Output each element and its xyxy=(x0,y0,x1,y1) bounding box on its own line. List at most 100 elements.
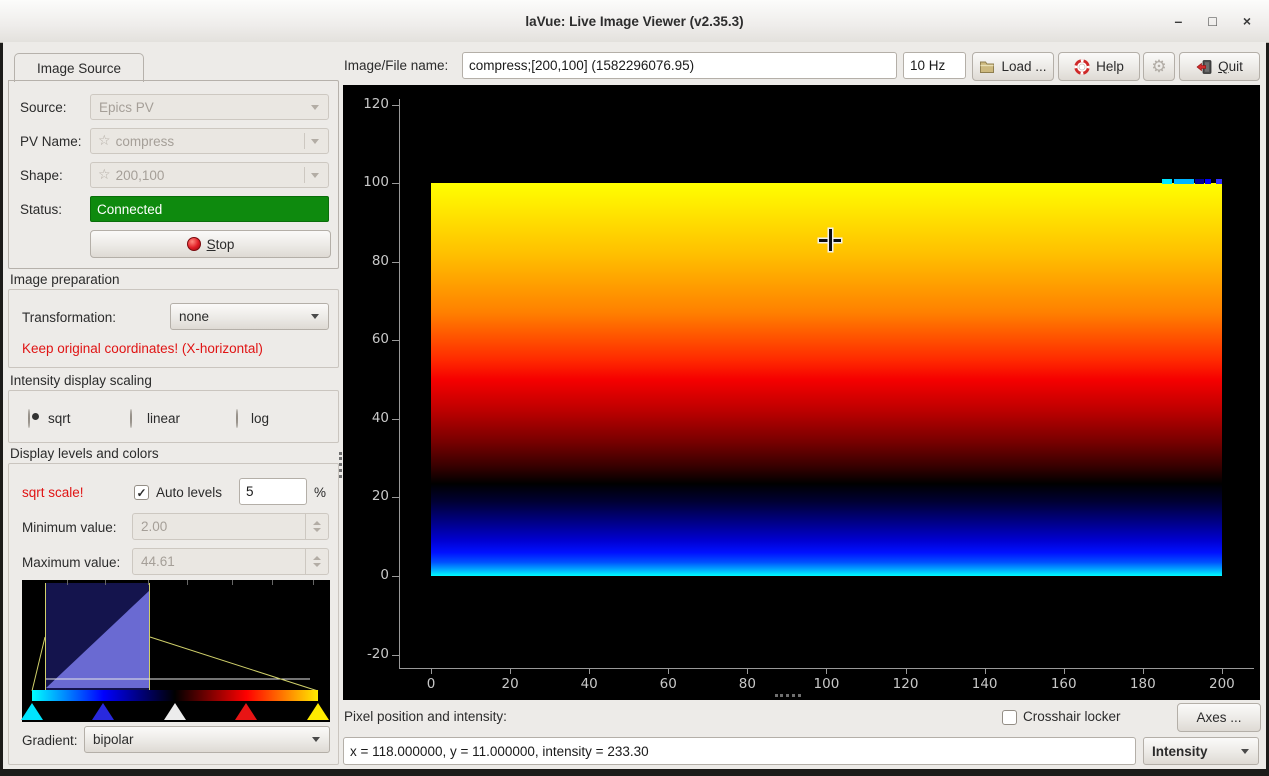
image-file-input[interactable] xyxy=(462,52,897,79)
x-axis-tick-label: 140 xyxy=(963,676,1007,692)
pixel-position-input[interactable] xyxy=(343,737,1136,765)
minimum-value: 2.00 xyxy=(133,519,305,534)
splitter-handle[interactable] xyxy=(339,452,342,478)
gradient-label: Gradient: xyxy=(22,733,78,749)
image-file-label: Image/File name: xyxy=(344,58,448,74)
x-axis-tick xyxy=(826,668,827,674)
spinbox-arrows-icon[interactable] xyxy=(305,549,328,574)
star-icon: ☆ xyxy=(91,133,116,149)
y-axis-tick xyxy=(392,576,399,577)
chevron-down-icon xyxy=(311,139,319,144)
settings-button[interactable]: ⚙ xyxy=(1143,52,1175,81)
maximum-value-spinbox[interactable]: 44.61 xyxy=(132,548,329,575)
pv-name-select[interactable]: ☆ compress xyxy=(90,128,329,154)
maximum-value: 44.61 xyxy=(133,554,305,569)
radio-linear[interactable] xyxy=(130,409,132,428)
gradient-select[interactable]: bipolar xyxy=(84,726,330,753)
gradient-value: bipolar xyxy=(85,732,312,747)
x-axis-tick xyxy=(985,668,986,674)
window-title: laVue: Live Image Viewer (v2.35.3) xyxy=(525,14,743,29)
chevron-down-icon xyxy=(311,314,319,319)
shape-select[interactable]: ☆ 200,100 xyxy=(90,162,329,188)
refresh-rate-input[interactable] xyxy=(903,52,966,79)
y-axis-tick-label: 80 xyxy=(343,253,389,269)
pixel-position-label: Pixel position and intensity: xyxy=(344,709,507,725)
x-axis-tick xyxy=(589,668,590,674)
x-axis-tick-label: 20 xyxy=(488,676,532,692)
minimize-button[interactable]: – xyxy=(1175,14,1183,28)
minimum-value-spinbox[interactable]: 2.00 xyxy=(132,513,329,540)
splitter-handle[interactable] xyxy=(775,694,801,697)
radio-sqrt[interactable] xyxy=(28,409,30,428)
x-axis-tick-label: 100 xyxy=(804,676,848,692)
radio-log-label: log xyxy=(251,411,269,427)
maximize-button[interactable]: □ xyxy=(1208,14,1216,28)
histogram-axis-tick xyxy=(148,580,149,585)
load-button[interactable]: Load ... xyxy=(972,52,1054,81)
tab-label: Image Source xyxy=(37,61,121,76)
exit-door-icon xyxy=(1196,59,1212,75)
source-select[interactable]: Epics PV xyxy=(90,94,329,120)
maximum-value-label: Maximum value: xyxy=(22,555,120,571)
tab-image-source[interactable]: Image Source xyxy=(14,53,144,82)
image-preparation-header: Image preparation xyxy=(10,272,120,287)
axes-button-label: Axes ... xyxy=(1196,710,1241,725)
radio-linear-label: linear xyxy=(147,411,180,427)
axes-button[interactable]: Axes ... xyxy=(1177,703,1261,732)
auto-levels-percent-input[interactable] xyxy=(239,478,307,505)
y-axis-tick-label: 60 xyxy=(343,331,389,347)
record-circle-icon xyxy=(187,237,201,251)
radio-log[interactable] xyxy=(236,409,238,428)
pv-name-value: compress xyxy=(116,134,304,149)
chevron-down-icon xyxy=(312,737,320,742)
histogram-levels-widget[interactable] xyxy=(22,580,330,722)
shape-label: Shape: xyxy=(20,168,63,184)
display-mode-value: Intensity xyxy=(1144,744,1241,759)
transformation-label: Transformation: xyxy=(22,310,116,326)
chevron-down-icon xyxy=(311,105,319,110)
x-axis-tick xyxy=(1222,668,1223,674)
histogram-axis-tick xyxy=(67,580,68,585)
image-anomaly-segment xyxy=(1195,179,1204,184)
application-window: laVue: Live Image Viewer (v2.35.3) – □ ×… xyxy=(0,0,1269,776)
display-mode-select[interactable]: Intensity xyxy=(1143,737,1259,765)
x-axis-tick xyxy=(747,668,748,674)
radio-sqrt-label: sqrt xyxy=(48,411,71,427)
y-axis-tick xyxy=(392,497,399,498)
gear-icon: ⚙ xyxy=(1151,57,1166,77)
auto-levels-checkbox[interactable]: ✓ xyxy=(134,485,149,500)
histogram-axis-tick xyxy=(272,580,273,585)
x-axis-tick-label: 80 xyxy=(725,676,769,692)
crosshair-locker-checkbox[interactable] xyxy=(1002,710,1017,725)
crosshair-locker-label: Crosshair locker xyxy=(1023,709,1121,725)
status-label: Status: xyxy=(20,202,62,218)
display-levels-header: Display levels and colors xyxy=(10,446,159,461)
status-badge: Connected xyxy=(90,196,329,222)
title-bar[interactable]: laVue: Live Image Viewer (v2.35.3) xyxy=(0,0,1269,43)
transformation-value: none xyxy=(171,309,311,324)
window-controls: – □ × xyxy=(1175,0,1251,42)
plot-area[interactable]: 120100806040200-200204060801001201401601… xyxy=(343,85,1260,700)
histogram-axis-tick xyxy=(187,580,188,585)
help-button[interactable]: Help xyxy=(1058,52,1140,81)
x-axis-tick-label: 160 xyxy=(1042,676,1086,692)
percent-label: % xyxy=(314,485,326,501)
spinbox-arrows-icon[interactable] xyxy=(305,514,328,539)
y-axis-tick-label: 120 xyxy=(343,96,389,112)
close-button[interactable]: × xyxy=(1243,14,1251,28)
x-axis-tick xyxy=(1143,668,1144,674)
stop-button[interactable]: Stop xyxy=(90,230,331,258)
transformation-select[interactable]: none xyxy=(170,303,329,330)
x-axis-tick-label: 120 xyxy=(884,676,928,692)
colormap-bar[interactable] xyxy=(32,690,318,701)
histogram-axis-tick xyxy=(232,580,233,585)
x-axis-tick xyxy=(1064,668,1065,674)
quit-button[interactable]: Quit xyxy=(1179,52,1260,81)
x-axis-tick xyxy=(510,668,511,674)
y-axis-line xyxy=(399,99,400,668)
crosshair-cursor xyxy=(829,229,832,251)
y-axis-tick-label: -20 xyxy=(343,646,389,662)
star-icon: ☆ xyxy=(91,167,116,183)
x-axis-tick-label: 200 xyxy=(1200,676,1244,692)
x-axis-tick xyxy=(668,668,669,674)
